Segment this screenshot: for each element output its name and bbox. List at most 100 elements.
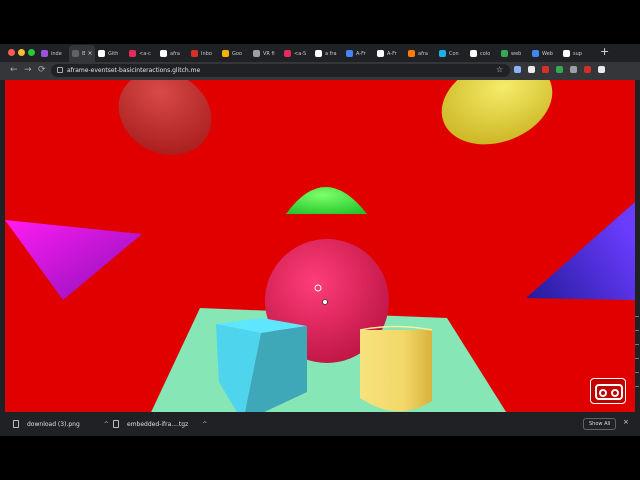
github-icon xyxy=(315,50,322,57)
forward-button[interactable]: → xyxy=(24,65,32,76)
tab-strip: inde B × Gith <a-c afra Inbo Goo VR fi <a-S a fra A… xyxy=(0,44,640,62)
download-item[interactable]: embedded-ifra....tgz ^ xyxy=(113,417,207,431)
close-downloads-button[interactable]: × xyxy=(623,418,629,426)
tab-title: Goo xyxy=(232,50,242,57)
tab-title: VR fi xyxy=(263,50,275,57)
yellow-cylinder[interactable] xyxy=(359,325,433,412)
puzzle-icon[interactable] xyxy=(556,66,563,73)
browser-tab[interactable]: afra xyxy=(405,45,436,62)
lock-icon xyxy=(57,67,63,73)
address-bar[interactable]: aframe-eventset-basicinteractions.glitch… xyxy=(51,64,510,77)
mail-icon xyxy=(191,50,198,57)
browser-tab[interactable]: colo xyxy=(467,45,498,62)
browser-tab[interactable]: Inbo xyxy=(188,45,219,62)
menu-dots-icon[interactable] xyxy=(598,66,605,73)
file-icon xyxy=(13,420,19,428)
url-text: aframe-eventset-basicinteractions.glitch… xyxy=(67,67,201,74)
github-icon xyxy=(160,50,167,57)
blue-triangle[interactable] xyxy=(526,202,635,300)
tab-title: a fra xyxy=(325,50,337,57)
download-filename: embedded-ifra....tgz xyxy=(127,420,189,428)
file-icon xyxy=(113,420,119,428)
browser-tab[interactable]: <a-c xyxy=(126,45,157,62)
tab-title: A-Fr xyxy=(387,50,397,57)
browser-tab[interactable]: B × xyxy=(69,45,95,62)
close-window-button[interactable] xyxy=(8,49,15,56)
page-icon xyxy=(72,50,79,57)
tab-title: inde xyxy=(51,50,62,57)
zoom-window-button[interactable] xyxy=(28,49,35,56)
vr-goggles-icon xyxy=(595,384,623,400)
tab-title: afra xyxy=(418,50,428,57)
browser-tab[interactable]: A-Fr xyxy=(343,45,374,62)
github-icon xyxy=(563,50,570,57)
tab-title: colo xyxy=(480,50,491,57)
doc-icon xyxy=(532,50,539,57)
downloads-bar: download (3).png ^ embedded-ifra....tgz … xyxy=(5,414,635,434)
browser-tab[interactable]: inde xyxy=(38,45,69,62)
cyan-box[interactable] xyxy=(216,318,307,412)
browser-tab[interactable]: Web xyxy=(529,45,560,62)
browser-tab[interactable]: A-Fr xyxy=(374,45,405,62)
tab-title: Con xyxy=(449,50,459,57)
aframe-icon xyxy=(284,50,291,57)
tab-title: <a-c xyxy=(139,50,151,57)
yellow-ellipsoid[interactable] xyxy=(430,80,564,159)
console-edge xyxy=(634,306,640,416)
tab-title: B xyxy=(82,50,86,57)
browser-window: inde B × Gith <a-c afra Inbo Goo VR fi <a-S a fra A… xyxy=(0,44,640,436)
lastpass-icon[interactable] xyxy=(584,66,591,73)
drive-icon xyxy=(501,50,508,57)
back-button[interactable]: ← xyxy=(10,65,18,76)
sheets-icon xyxy=(222,50,229,57)
download-filename: download (3).png xyxy=(27,420,80,428)
browser-tab[interactable]: Gith xyxy=(95,45,126,62)
download-item[interactable]: download (3).png ^ xyxy=(13,417,109,431)
browser-tab[interactable]: a fra xyxy=(312,45,343,62)
block-icon[interactable] xyxy=(542,66,549,73)
red-ellipsoid[interactable] xyxy=(104,80,226,171)
tab-title: Inbo xyxy=(201,50,212,57)
green-dome[interactable] xyxy=(286,187,367,214)
tab-title: A-Fr xyxy=(356,50,366,57)
reload-button[interactable]: ⟳ xyxy=(38,65,46,76)
browser-tab[interactable]: VR fi xyxy=(250,45,281,62)
mouse-pointer xyxy=(322,299,328,305)
github-icon xyxy=(470,50,477,57)
discourse-icon xyxy=(346,50,353,57)
codepen-icon xyxy=(439,50,446,57)
browser-tab[interactable]: Goo xyxy=(219,45,250,62)
chevron-up-icon[interactable]: ^ xyxy=(104,421,109,428)
show-all-button[interactable]: Show All xyxy=(583,418,617,430)
tab-title: Web xyxy=(542,50,553,57)
vr-icon xyxy=(253,50,260,57)
new-tab-button[interactable]: + xyxy=(600,45,609,59)
browser-tab[interactable]: web xyxy=(498,45,529,62)
magenta-triangle[interactable] xyxy=(5,220,142,300)
browser-tab[interactable]: <a-S xyxy=(281,45,312,62)
bookmark-star-icon[interactable]: ☆ xyxy=(496,65,503,75)
camera-icon[interactable] xyxy=(514,66,521,73)
close-tab-button[interactable]: × xyxy=(87,50,92,57)
aframe-icon xyxy=(129,50,136,57)
tab-title: Gith xyxy=(108,50,119,57)
tab-title: web xyxy=(511,50,522,57)
tab-title: <a-S xyxy=(294,50,307,57)
tab-title: afra xyxy=(170,50,180,57)
glitch-icon xyxy=(408,50,415,57)
github-icon xyxy=(377,50,384,57)
stack-icon xyxy=(41,50,48,57)
record-icon[interactable] xyxy=(528,66,535,73)
browser-tab[interactable]: Con xyxy=(436,45,467,62)
browser-tab[interactable]: sup xyxy=(560,45,591,62)
chevron-up-icon[interactable]: ^ xyxy=(202,421,207,428)
scene-canvas[interactable] xyxy=(5,80,635,412)
grid-icon[interactable] xyxy=(570,66,577,73)
browser-tab[interactable]: afra xyxy=(157,45,188,62)
github-icon xyxy=(98,50,105,57)
aframe-scene[interactable] xyxy=(5,80,635,412)
tab-list: inde B × Gith <a-c afra Inbo Goo VR fi <a-S a fra A… xyxy=(38,45,591,62)
minimize-window-button[interactable] xyxy=(18,49,25,56)
tab-title: sup xyxy=(573,50,582,57)
enter-vr-button[interactable] xyxy=(590,378,626,404)
